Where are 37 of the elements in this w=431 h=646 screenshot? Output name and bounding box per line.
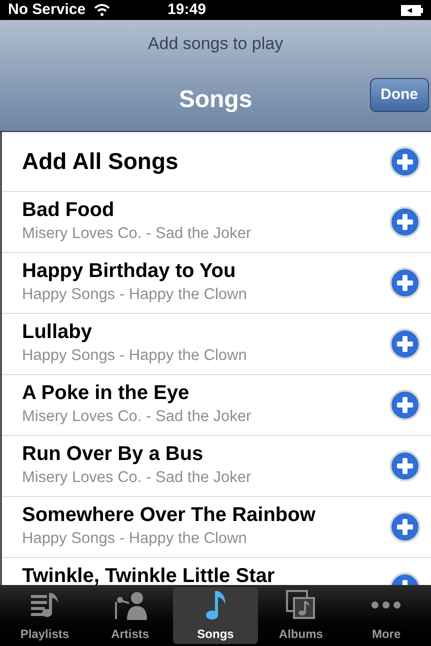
song-title[interactable]: Happy Birthday to You (22, 258, 389, 284)
add-icon[interactable] (389, 328, 421, 360)
song-title[interactable]: Bad Food (22, 197, 389, 223)
list-note-icon (30, 591, 60, 619)
done-button[interactable]: Done (370, 78, 429, 112)
song-title[interactable]: A Poke in the Eye (22, 380, 389, 406)
song-subtitle: Happy Songs - Happy the Clown (22, 346, 248, 366)
add-icon[interactable] (389, 206, 421, 238)
tab[interactable]: Artists (87, 587, 173, 644)
song-subtitle: Happy Songs - Happy the Clown (22, 285, 248, 305)
navigation-title: Songs (178, 84, 252, 114)
add-icon[interactable] (389, 146, 421, 178)
tab[interactable]: Albums (258, 587, 344, 644)
add-all-label[interactable]: Add All Songs (22, 144, 389, 179)
song-title[interactable]: Somewhere Over The Rainbow (22, 502, 389, 528)
song-title[interactable]: Lullaby (22, 319, 389, 345)
album-stack-icon (286, 590, 316, 620)
song-title[interactable]: Twinkle, Twinkle Little Star (22, 563, 389, 585)
add-icon[interactable] (389, 267, 421, 299)
battery-icon (401, 4, 423, 16)
carrier-text: No Service (8, 0, 86, 20)
song-subtitle: Misery Loves Co. - Sad the Joker (22, 468, 252, 488)
time-text: 19:49 (168, 0, 206, 20)
song-title[interactable]: Run Over By a Bus (22, 441, 389, 467)
add-icon[interactable] (389, 511, 421, 543)
song-subtitle: Misery Loves Co. - Sad the Joker (22, 224, 252, 244)
add-icon[interactable] (389, 450, 421, 482)
music-note-icon (204, 589, 228, 621)
add-icon[interactable] (389, 389, 421, 421)
tab[interactable]: Playlists (2, 587, 88, 644)
tab[interactable]: Songs (172, 587, 258, 644)
tab[interactable]: More (344, 587, 430, 644)
wifi-icon (94, 4, 110, 16)
song-subtitle: Happy Songs - Happy the Clown (22, 529, 248, 549)
song-subtitle: Misery Loves Co. - Sad the Joker (22, 407, 252, 427)
more-icon (371, 600, 402, 610)
prompt-text: Add songs to play (148, 33, 284, 56)
